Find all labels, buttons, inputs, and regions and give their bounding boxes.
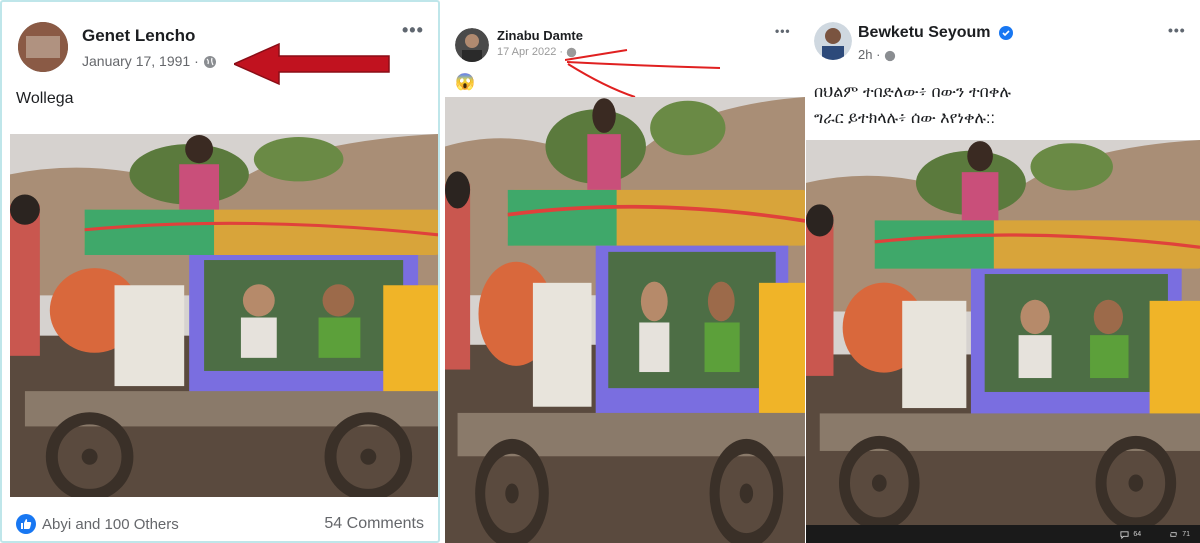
post-photo[interactable] — [445, 97, 805, 543]
post-panel-genet-lencho: Genet Lencho January 17, 1991 · ••• Woll… — [0, 0, 440, 543]
post-date-text[interactable]: January 17, 1991 — [82, 53, 190, 69]
post-date-text[interactable]: 17 Apr 2022 — [497, 46, 556, 58]
more-options-icon[interactable]: ••• — [402, 20, 424, 41]
footer-shares-count: 71 — [1182, 530, 1190, 538]
verified-badge-icon — [998, 25, 1013, 40]
footer-comments-count: 64 — [1133, 530, 1142, 538]
globe-icon — [884, 50, 896, 61]
footer-action-bar: 64 71 — [806, 525, 1200, 543]
footer-comments[interactable]: 64 — [1120, 530, 1141, 539]
post-caption-line2: ግራር ይተክላሉ፥ ሰው እየነቀሉ:: — [814, 110, 995, 127]
post-caption-line1: በህልም ተበድለው፥ በውን ተበቀሉ — [814, 84, 1011, 101]
comment-icon — [1120, 530, 1129, 539]
post-photo[interactable] — [10, 134, 438, 497]
author-name[interactable]: Bewketu Seyoum — [858, 24, 1013, 42]
more-options-icon[interactable]: ••• — [1168, 22, 1186, 38]
avatar[interactable] — [455, 28, 489, 62]
more-options-icon[interactable]: ••• — [775, 24, 791, 38]
post-caption: Wollega — [16, 90, 74, 107]
retweet-icon — [1170, 531, 1177, 537]
post-photo[interactable] — [806, 140, 1200, 526]
post-panel-bewketu-seyoum: Bewketu Seyoum 2h · ••• በህልም ተበድለው፥ በውን … — [806, 0, 1200, 543]
post-date: 2h · — [858, 47, 896, 62]
author-name-text: Bewketu Seyoum — [858, 24, 991, 41]
avatar[interactable] — [814, 22, 852, 60]
avatar[interactable] — [18, 22, 68, 72]
post-date: January 17, 1991 · — [82, 53, 217, 69]
red-arrow-annotation — [234, 42, 390, 86]
post-panel-zinabu-damte: Zinabu Damte 17 Apr 2022 · ••• 😱 — [445, 0, 805, 543]
comments-count[interactable]: 54 Comments — [324, 515, 424, 533]
emoji-reaction: 😱 — [455, 74, 475, 91]
reactions-summary[interactable]: Abyi and 100 Others — [16, 514, 179, 534]
author-name[interactable]: Zinabu Damte — [497, 28, 583, 43]
reactions-text: Abyi and 100 Others — [42, 515, 179, 533]
post-date-text[interactable]: 2h — [858, 47, 872, 62]
like-icon — [16, 514, 36, 534]
author-name[interactable]: Genet Lencho — [82, 26, 195, 46]
globe-icon — [203, 56, 216, 69]
footer-shares[interactable]: 71 — [1169, 530, 1190, 539]
